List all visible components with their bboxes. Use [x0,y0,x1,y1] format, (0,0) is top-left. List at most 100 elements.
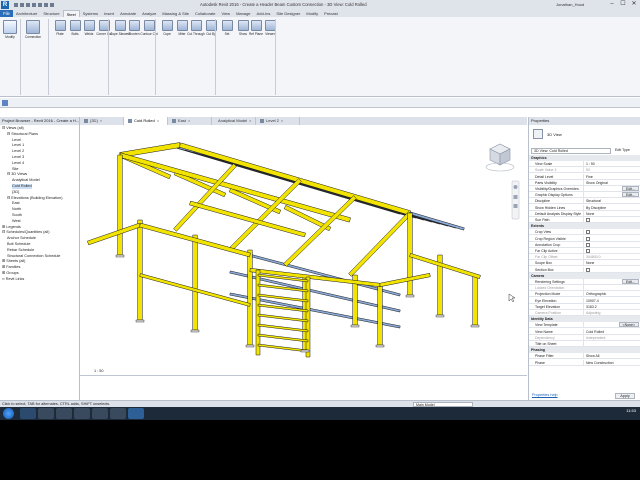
base-plate[interactable] [375,344,385,348]
apply-button[interactable]: Apply [615,393,635,399]
close-tab-icon[interactable]: × [100,117,102,125]
start-button[interactable] [3,408,14,419]
property-value[interactable]: None [583,260,640,266]
property-row[interactable]: Rendering Settings Edit... [529,279,640,285]
property-row[interactable]: Default Analysis Display Style None [529,210,640,217]
property-row[interactable]: Sun Path [529,217,640,223]
tree-item[interactable]: East [12,201,20,206]
beam[interactable] [87,222,141,246]
plate-button[interactable]: Plate [52,20,68,36]
property-value[interactable] [583,241,640,247]
property-value[interactable]: Cold Rolled [583,328,640,334]
clock[interactable]: 11:53 [626,408,636,414]
maximize-button[interactable]: ☐ [619,1,627,8]
property-value[interactable] [583,266,640,272]
beam[interactable] [409,253,481,279]
property-row[interactable]: Parts Visibility Show Original [529,179,640,186]
steel-column[interactable] [137,219,143,321]
close-tab-icon[interactable]: × [249,117,251,125]
property-row[interactable]: Scale Value 1: 50 [529,167,640,174]
property-value[interactable]: New Construction [583,359,640,365]
tree-item[interactable]: West [12,219,21,224]
tree-item[interactable]: ⊟ Schedules/Quantities (all) [2,230,50,235]
tree-item[interactable]: Site [12,167,19,172]
base-plate[interactable] [435,314,445,318]
property-value[interactable] [583,235,640,241]
open-icon[interactable] [14,3,18,7]
property-value[interactable] [583,341,640,346]
tree-item[interactable]: Level 2 [12,149,24,154]
property-row[interactable]: Phase Filter Show All [529,353,640,360]
tab-structure[interactable]: Structure [40,10,62,17]
tab-annotate[interactable]: Annotate [117,10,139,17]
app2-taskbar-icon[interactable] [110,408,126,419]
file-tab[interactable]: File [0,10,13,17]
base-plate[interactable] [115,254,125,258]
property-value[interactable]: None [583,210,640,216]
property-row[interactable]: Crop Region Visible [529,235,640,242]
property-group-header[interactable]: Extents [529,223,640,230]
property-row[interactable]: View Name Cold Rolled [529,328,640,335]
property-row[interactable]: Show Hidden Lines By Discipline [529,204,640,211]
steel-column[interactable] [377,284,383,346]
base-plate[interactable] [190,329,200,333]
tree-item[interactable]: Bolt Schedule [7,242,30,247]
property-value[interactable] [583,285,640,291]
property-value[interactable] [583,229,640,235]
undo-icon[interactable] [26,3,30,7]
property-value[interactable]: Edit... [583,279,640,284]
base-plate[interactable] [350,324,360,328]
modify-button[interactable]: Modify [2,20,18,39]
door-girt[interactable] [257,323,309,333]
property-value[interactable]: 3183.2 [583,303,640,309]
property-row[interactable]: Annotation Crop [529,241,640,248]
tab-steel[interactable]: Steel [62,10,80,17]
wall-girt[interactable] [229,292,401,329]
door-jamb[interactable] [255,269,261,356]
view-tab[interactable]: {3D} × [80,117,124,125]
chrome-taskbar-icon[interactable] [74,408,90,419]
property-row[interactable]: Visibility/Graphics Overrides Edit... [529,186,640,192]
modify-icon[interactable] [2,99,8,106]
property-value[interactable]: Orthographic [583,291,640,297]
steel-frame-model[interactable] [80,125,527,375]
redo-icon[interactable] [32,3,36,7]
revit-logo-icon[interactable]: R [1,1,9,9]
tab-systems[interactable]: Systems [80,10,101,17]
tab-modify[interactable]: Modify [303,10,321,17]
tab-insert[interactable]: Insert [101,10,117,17]
property-value[interactable] [583,217,640,222]
property-value[interactable]: Adjusting [583,310,640,315]
viewcube-icon[interactable] [485,143,515,172]
property-row[interactable]: Graphic Display Options Edit... [529,192,640,199]
tab-architecture[interactable]: Architecture [13,10,40,17]
3d-view-icon[interactable] [50,3,54,7]
tree-item[interactable]: ⊞ Families [2,265,20,270]
property-edit-button[interactable]: <None> [618,322,639,328]
tab-manage[interactable]: Manage [233,10,253,17]
door-girt[interactable] [257,343,309,353]
instance-selector[interactable]: 3D View: Cold Rolled [531,148,611,154]
property-row[interactable]: Phase New Construction [529,359,640,366]
property-checkbox[interactable] [586,249,590,253]
view-tab[interactable]: Cold Rolled × [124,117,168,125]
door-girt[interactable] [257,313,309,323]
property-value[interactable]: Show Original [583,179,640,185]
property-value[interactable]: <None> [583,322,640,328]
property-value[interactable] [583,248,640,253]
property-row[interactable]: Eye Elevation 10907.4 [529,297,640,304]
base-plate[interactable] [135,319,145,323]
close-tab-icon[interactable]: × [157,117,159,125]
property-value[interactable]: Edit... [583,192,640,198]
property-checkbox[interactable] [586,230,590,235]
property-edit-button[interactable]: Edit... [622,186,639,191]
welds-button[interactable]: Welds [81,20,97,36]
property-value[interactable]: Show All [583,353,640,359]
tab-massing-site[interactable]: Massing & Site [159,10,192,17]
tree-item[interactable]: Level 3 [12,155,24,160]
property-row[interactable]: Crop View [529,229,640,236]
tree-item[interactable]: ⊟ Views (all) [2,126,24,131]
tree-item[interactable]: Rebar Schedule [7,248,34,253]
property-value[interactable]: Independent [583,334,640,340]
tree-item[interactable]: ⊞ Legends [2,225,21,230]
